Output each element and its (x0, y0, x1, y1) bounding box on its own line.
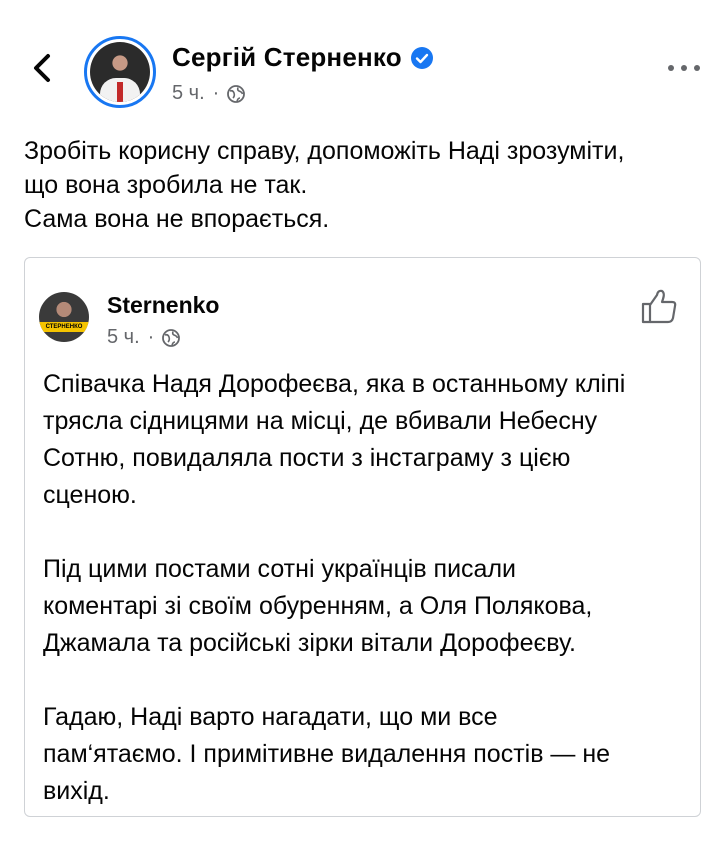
shared-post-card[interactable]: СТЕРНЕНКО Sternenko 5 ч. · Співачка Надя… (24, 257, 701, 817)
text-line: Під цими постами сотні українців писали (43, 555, 516, 583)
thumbs-up-icon[interactable] (639, 286, 679, 326)
shared-post-body: Співачка Надя Дорофеєва, яка в останньом… (43, 366, 683, 847)
author-avatar[interactable] (84, 36, 156, 108)
text-line: вихід. (43, 777, 110, 805)
paragraph: Співачка Надя Дорофеєва, яка в останньом… (43, 366, 683, 514)
back-arrow-icon (34, 54, 50, 82)
text-line: коментарі зі своїм обуренням, а Оля Поля… (43, 592, 593, 620)
text-line: Співачка Надя Дорофеєва, яка в останньом… (43, 370, 626, 398)
globe-icon (227, 84, 246, 103)
text-line: сценою. (43, 481, 137, 509)
shared-author-name[interactable]: Sternenko (107, 292, 219, 319)
meta-separator: · (147, 326, 155, 348)
meta-separator: · (212, 82, 220, 104)
more-dots-icon (668, 65, 674, 71)
text-line: пам‘ятаємо. І примітивне видалення пості… (43, 740, 611, 768)
post-text-line: Зробіть корисну справу, допоможіть Наді … (24, 137, 625, 165)
more-options-button[interactable] (668, 58, 700, 78)
paragraph: Гадаю, Наді варто нагадати, що ми все па… (43, 699, 683, 810)
post-time[interactable]: 5 ч. (172, 82, 205, 105)
text-line: трясла сідницями на місці, де вбивали Не… (43, 407, 598, 435)
paragraph: Під цими постами сотні українців писали … (43, 551, 683, 662)
shared-post-time[interactable]: 5 ч. (107, 326, 140, 349)
text-line: Сотню, повидаляла пости з інстаграму з ц… (43, 444, 571, 472)
shared-author-avatar[interactable]: СТЕРНЕНКО (39, 292, 89, 342)
post-meta: 5 ч. · (172, 82, 246, 105)
shared-post-meta: 5 ч. · (107, 326, 181, 349)
author-name[interactable]: Сергій Стерненко (172, 42, 402, 73)
verified-badge-icon (411, 47, 433, 69)
avatar-badge-text: СТЕРНЕНКО (39, 322, 89, 332)
globe-icon (162, 328, 181, 347)
text-line: Джамала та російські зірки вітали Дорофе… (43, 629, 576, 657)
text-line: Гадаю, Наді варто нагадати, що ми все (43, 703, 498, 731)
post-text-line: Сама вона не впорається. (24, 205, 330, 233)
back-button[interactable] (28, 50, 56, 86)
post-header: Сергій Стерненко 5 ч. · (0, 0, 725, 120)
author-avatar-image (90, 42, 150, 102)
post-text-line: що вона зробила не так. (24, 171, 308, 199)
post-text: Зробіть корисну справу, допоможіть Наді … (24, 134, 704, 236)
